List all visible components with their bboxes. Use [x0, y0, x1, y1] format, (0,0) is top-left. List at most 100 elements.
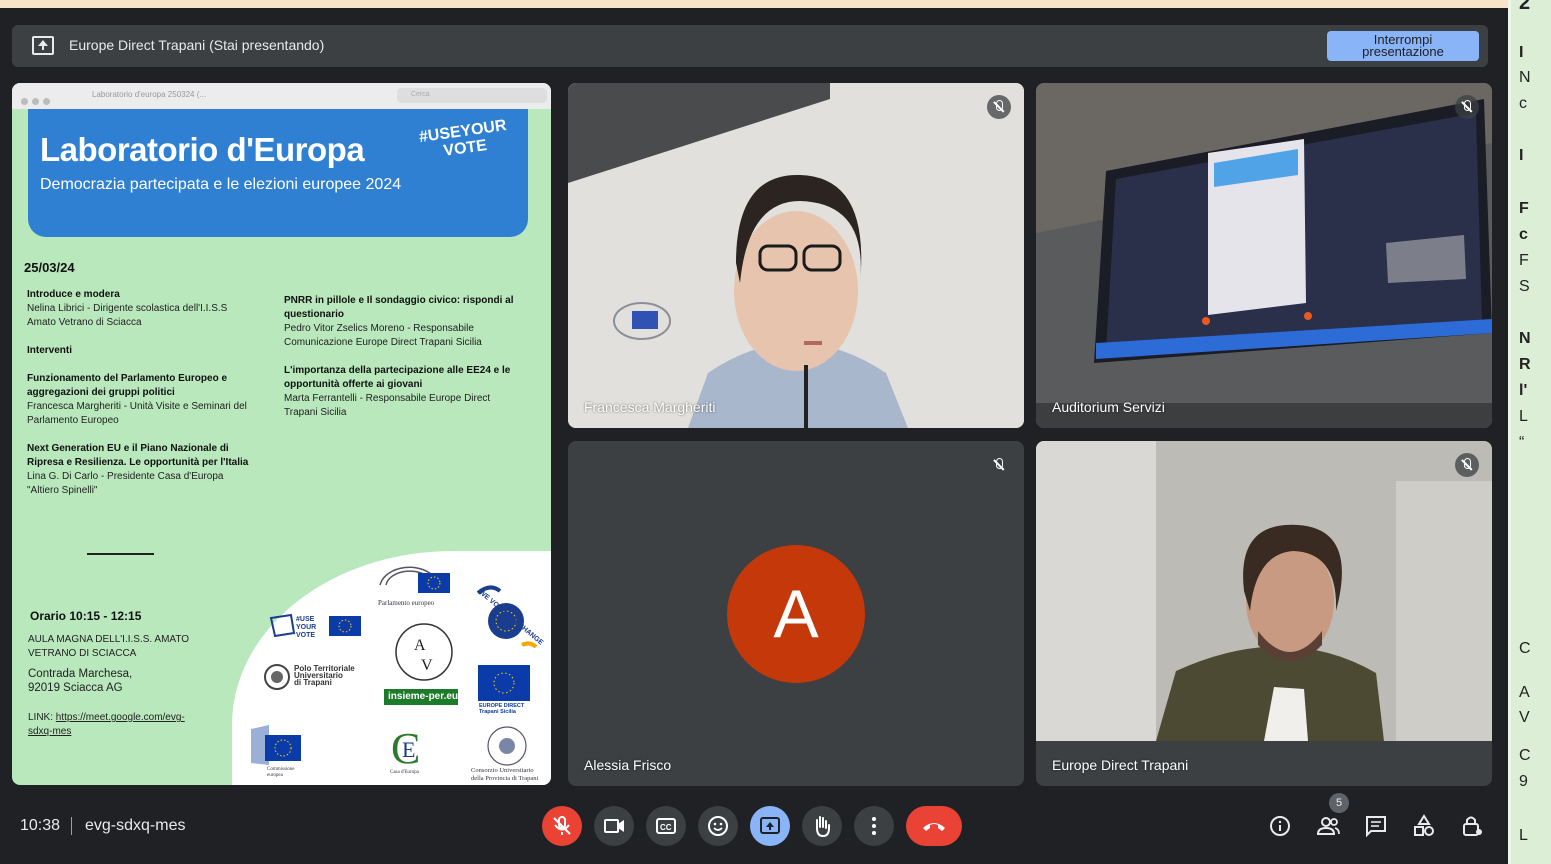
participant-video-auditorium — [1036, 83, 1492, 428]
info-icon — [1270, 816, 1290, 836]
people-button[interactable] — [1314, 812, 1342, 840]
reactions-button[interactable] — [698, 806, 738, 846]
commissione-europea-logo: Commissione europea — [249, 723, 331, 779]
program-item: Introduce e modera Nelina Librici - Dirig… — [27, 288, 257, 330]
event-venue: AULA MAGNA DELL'I.I.S.S. AMATO VETRANO D… — [28, 633, 189, 661]
svg-text:E: E — [402, 737, 415, 762]
raise-hand-button[interactable] — [802, 806, 842, 846]
doc-fragment: c — [1519, 226, 1528, 243]
leave-call-button[interactable] — [906, 806, 962, 846]
venue-line: AULA MAGNA DELL'I.I.S.S. AMATO — [28, 634, 190, 645]
slide-subtitle: Democrazia partecipata e le elezioni eur… — [40, 176, 402, 193]
microphone-toggle-button[interactable] — [542, 806, 582, 846]
useyourvote-caption: #USE YOUR VOTE — [296, 616, 317, 639]
doc-fragment: 9 — [1519, 773, 1528, 790]
doc-fragment: S — [1519, 278, 1530, 295]
stop-presenting-label-2: presentazione — [1362, 44, 1444, 59]
participants-count-badge: 5 — [1329, 793, 1349, 813]
doc-fragment: R — [1519, 356, 1531, 373]
wevote-logo: WE VOTE FOR CHANGE — [470, 583, 544, 655]
program-item: Next Generation EU e il Piano Nazionale … — [27, 442, 257, 498]
casa-europa-emblem-icon: CE — [391, 724, 420, 773]
participant-name: Francesca Margheriti — [584, 399, 716, 415]
consorzio-universitario-logo: Consorzio Universitario della Provincia d… — [467, 725, 549, 785]
chat-icon — [1366, 816, 1386, 838]
program-item-body: Francesca Margheriti - Unità Visite e Se… — [27, 401, 247, 426]
doc-fragment: c — [1519, 95, 1527, 112]
meeting-details-button[interactable] — [1266, 812, 1294, 840]
event-address: Contrada Marchesa, 92019 Sciacca AG — [28, 667, 132, 695]
av-circle-icon: AV — [395, 623, 453, 681]
slide-title: Laboratorio d'Europa — [40, 131, 365, 168]
link-url-1: https://meet.google.com/evg- — [55, 712, 185, 723]
chat-button[interactable] — [1362, 812, 1390, 840]
presentation-title: Europe Direct Trapani (Stai presentando) — [69, 37, 325, 53]
present-now-button[interactable] — [750, 806, 790, 846]
host-controls-button[interactable] — [1458, 812, 1486, 840]
video-camera-icon — [604, 819, 624, 833]
consorzio-line: Consorzio Universitario — [471, 767, 534, 774]
participant-name: Europe Direct Trapani — [1052, 757, 1189, 773]
camera-toggle-button[interactable] — [594, 806, 634, 846]
activities-button[interactable] — [1410, 812, 1438, 840]
muted-mic-icon — [1455, 453, 1479, 477]
captions-button[interactable]: CC — [646, 806, 686, 846]
participant-tile[interactable]: A Alessia Frisco — [568, 441, 1024, 786]
slide-date: 25/03/24 — [24, 260, 75, 275]
doc-fragment: N — [1519, 69, 1531, 86]
mic-off-icon — [553, 816, 571, 835]
event-time: Orario 10:15 - 12:15 — [30, 609, 142, 623]
muted-mic-icon — [987, 453, 1011, 477]
closed-captions-icon: CC — [656, 818, 676, 834]
doc-fragment: C — [1519, 747, 1531, 764]
shared-window-search: Cerca — [397, 88, 547, 103]
program-item-head: Interventi — [27, 345, 73, 356]
doc-fragment: “ — [1519, 434, 1525, 451]
doc-fragment: V — [1519, 709, 1530, 726]
doc-fragment: N — [1519, 330, 1531, 347]
address-line: Contrada Marchesa, — [28, 668, 133, 680]
europe-direct-line: Trapani Sicilia — [479, 709, 516, 715]
program-item-body: Lina G. Di Carlo - Presidente Casa d'Eur… — [27, 471, 224, 496]
more-options-button[interactable] — [854, 806, 894, 846]
consorzio-seal-icon — [487, 726, 527, 766]
stop-presenting-button[interactable]: Interrompi presentazione — [1327, 31, 1479, 61]
doc-fragment: F — [1519, 200, 1529, 217]
parlamento-europeo-logo: Parlamento europeo — [376, 555, 456, 607]
consorzio-line: della Provincia di Trapani — [471, 775, 539, 782]
participant-tile[interactable]: Francesca Margheriti — [568, 83, 1024, 428]
meeting-time: 10:38 — [20, 817, 61, 834]
shared-window-titlebar: Laboratorio d'europa 250324 (... Cerca — [12, 83, 551, 109]
doc-fragment: l' — [1519, 382, 1528, 399]
participant-tile[interactable]: Auditorium Servizi — [1036, 83, 1492, 428]
slide-divider — [87, 553, 154, 555]
presentation-banner: Europe Direct Trapani (Stai presentando)… — [12, 25, 1488, 67]
program-item-head: PNRR in pillole e Il sondaggio civico: r… — [284, 295, 514, 320]
participant-video-francesca — [568, 83, 1024, 428]
emoji-icon — [708, 816, 728, 836]
participant-name: Alessia Frisco — [584, 757, 672, 773]
svg-text:V: V — [421, 657, 433, 674]
meeting-info-divider — [71, 817, 72, 835]
program-item-head: Introduce e modera — [27, 289, 120, 300]
program-item-head: L'importanza della partecipazione alle E… — [284, 365, 511, 390]
casa-europa-caption: Casa d'Europa — [390, 770, 419, 775]
doc-fragment: C — [1519, 640, 1531, 657]
link-label: LINK: — [28, 712, 56, 723]
program-item: Interventi — [27, 344, 257, 358]
europe-direct-caption: EUROPE DIRECT Trapani Sicilia — [479, 703, 524, 715]
link-url-2: sdxq-mes — [28, 726, 72, 737]
program-item-body: Marta Ferrantelli - Responsabile Europe … — [284, 393, 491, 418]
university-seal-icon — [264, 664, 290, 690]
hang-up-icon — [923, 823, 945, 831]
doc-fragment: L — [1519, 408, 1528, 425]
program-left-column: Introduce e modera Nelina Librici - Dirig… — [27, 288, 257, 498]
polo-caption: Polo Territoriale Universitario di Trapani — [294, 665, 355, 687]
polo-line: di Trapani — [294, 678, 332, 687]
program-item-body: Nelina Librici - Dirigente scolastica de… — [27, 303, 228, 328]
casa-europa-logo: CE Casa d'Europa — [386, 723, 430, 779]
participant-tile[interactable]: Europe Direct Trapani — [1036, 441, 1492, 786]
participant-avatar: A — [727, 545, 865, 683]
present-screen-icon — [760, 817, 780, 834]
lock-person-icon — [1463, 816, 1482, 836]
